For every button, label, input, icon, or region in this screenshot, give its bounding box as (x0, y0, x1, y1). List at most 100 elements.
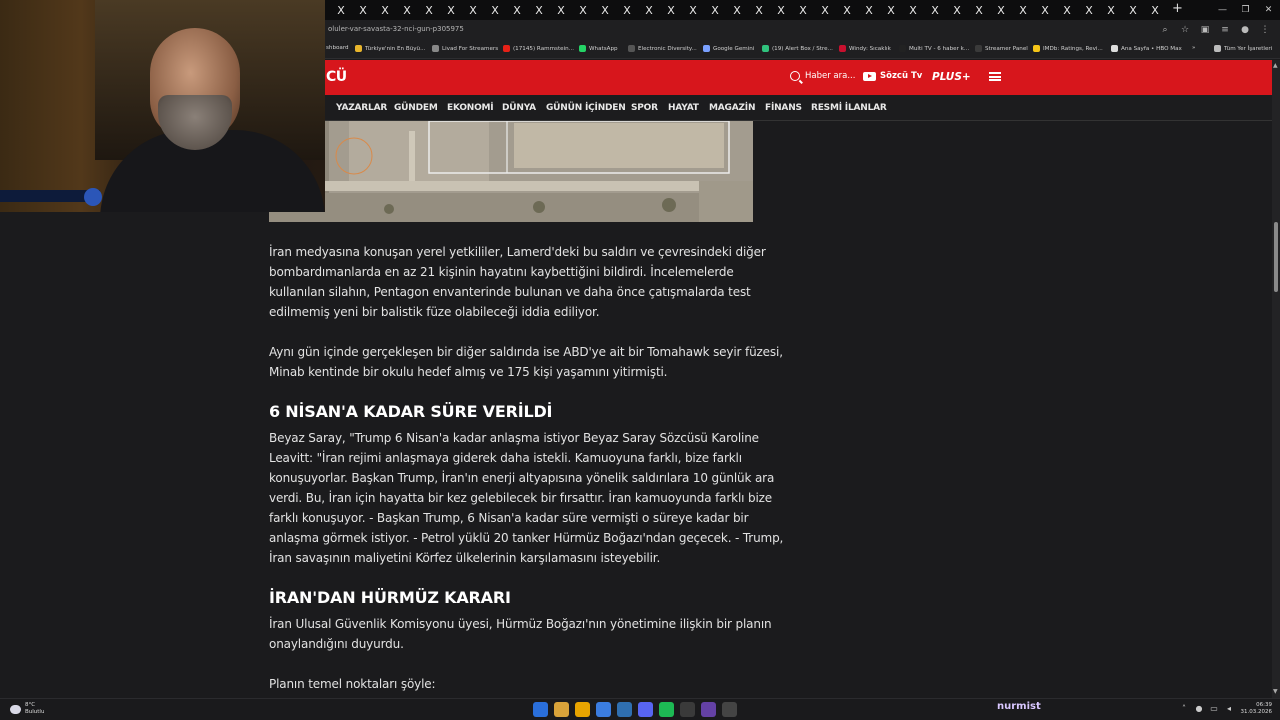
bookmark-item[interactable]: Türkiye'nin En Büyü... (355, 45, 425, 52)
bookmark-item[interactable]: Streamer Panel (975, 45, 1028, 52)
browser-tab[interactable]: X (506, 0, 528, 20)
browser-tab[interactable]: X (770, 0, 792, 20)
star-icon[interactable]: ☆ (1180, 24, 1190, 36)
bookmark-item[interactable]: (17145) Rammstein... (503, 45, 574, 52)
weather-widget[interactable]: 8°C Bulutlu (10, 702, 44, 716)
page-scrollbar[interactable] (1272, 60, 1280, 698)
nav-item[interactable]: GÜNDEM (394, 103, 438, 113)
nav-item[interactable]: EKONOMİ (447, 103, 494, 113)
bookmark-label: Tüm Yer İşaretleri (1224, 45, 1273, 52)
bookmark-item[interactable]: Ana Sayfa • HBO Max (1111, 45, 1182, 52)
nav-item[interactable]: DÜNYA (502, 103, 536, 113)
restore-icon[interactable]: ❐ (1234, 0, 1257, 20)
browser-tab[interactable]: X (880, 0, 902, 20)
browser-tab[interactable]: X (660, 0, 682, 20)
zoom-icon[interactable]: ⌕ (1160, 24, 1170, 36)
nav-item[interactable]: HAYAT (668, 103, 699, 113)
close-window-icon[interactable]: ✕ (1257, 0, 1280, 20)
taskbar-app-icon[interactable] (701, 702, 716, 717)
bookmark-item[interactable]: IMDb: Ratings, Revi... (1033, 45, 1103, 52)
browser-tab[interactable]: X (550, 0, 572, 20)
nav-item[interactable]: RESMİ İLANLAR (811, 103, 887, 113)
browser-tab[interactable]: X (638, 0, 660, 20)
browser-tab[interactable]: X (572, 0, 594, 20)
nav-item[interactable]: GÜNÜN İÇİNDEN (546, 103, 626, 113)
browser-tab[interactable]: X (858, 0, 880, 20)
browser-tab[interactable]: X (990, 0, 1012, 20)
nav-item[interactable]: SPOR (631, 103, 658, 113)
taskbar-app-icon[interactable] (575, 702, 590, 717)
browser-tab[interactable]: X (1144, 0, 1166, 20)
taskbar-app-icon[interactable] (680, 702, 695, 717)
browser-tab[interactable]: X (352, 0, 374, 20)
browser-tab[interactable]: X (1078, 0, 1100, 20)
browser-tab[interactable]: X (462, 0, 484, 20)
browser-tab[interactable]: X (968, 0, 990, 20)
hamburger-menu-icon[interactable] (989, 72, 1001, 81)
taskbar-app-icon[interactable] (659, 702, 674, 717)
extensions-icon[interactable]: ▣ (1200, 24, 1210, 36)
minimize-icon[interactable]: — (1211, 0, 1234, 20)
taskbar-app-icon[interactable] (722, 702, 737, 717)
browser-tab[interactable]: X (1100, 0, 1122, 20)
browser-tab[interactable]: X (946, 0, 968, 20)
media-icon[interactable]: ≡ (1220, 24, 1230, 36)
browser-tab[interactable]: X (1056, 0, 1078, 20)
browser-tab[interactable]: X (748, 0, 770, 20)
browser-tab[interactable]: X (594, 0, 616, 20)
taskbar-app-icon[interactable] (554, 702, 569, 717)
browser-tab[interactable]: X (396, 0, 418, 20)
browser-tab[interactable]: X (616, 0, 638, 20)
tv-link[interactable]: Sözcü Tv (863, 71, 922, 81)
network-icon[interactable]: ▭ (1210, 704, 1218, 713)
nav-item[interactable]: YAZARLAR (336, 103, 387, 113)
bookmark-item[interactable]: Multi TV - 6 haber k... (899, 45, 969, 52)
browser-tab[interactable]: X (1034, 0, 1056, 20)
bookmark-item[interactable]: Livad For Streamers (432, 45, 498, 52)
browser-tab[interactable]: X (330, 0, 352, 20)
new-tab-button[interactable]: + (1172, 1, 1183, 16)
nav-item[interactable]: MAGAZİN (709, 103, 755, 113)
browser-tab[interactable]: X (440, 0, 462, 20)
clock[interactable]: 06:39 31.03.2026 (1240, 702, 1273, 716)
bookmark-item[interactable]: WhatsApp (579, 45, 618, 52)
scroll-up-icon[interactable]: ▲ (1273, 62, 1278, 69)
bookmark-item[interactable]: shboard (326, 45, 349, 51)
profile-icon[interactable]: ● (1240, 24, 1250, 36)
tray-chevron-icon[interactable]: ˄ (1180, 704, 1188, 713)
url-text[interactable]: oluler-var-savasta-32-nci-gun-p305975 (328, 25, 464, 33)
taskbar-app-icon[interactable] (638, 702, 653, 717)
bookmark-item[interactable]: (19) Alert Box / Stre... (762, 45, 833, 52)
browser-tab[interactable]: X (484, 0, 506, 20)
more-icon[interactable]: ⋮ (1260, 24, 1270, 36)
taskbar-app-icon[interactable] (533, 702, 548, 717)
mic-icon[interactable]: ● (1195, 704, 1203, 713)
plus-link[interactable]: PLUS+ (932, 71, 971, 83)
browser-tab[interactable]: X (704, 0, 726, 20)
browser-tab[interactable]: X (1012, 0, 1034, 20)
browser-tab[interactable]: X (902, 0, 924, 20)
bookmark-item[interactable]: Google Gemini (703, 45, 754, 52)
browser-tab[interactable]: X (418, 0, 440, 20)
bookmark-item[interactable]: Electronic Diversity... (628, 45, 697, 52)
scroll-down-icon[interactable]: ▼ (1273, 688, 1278, 695)
browser-tab[interactable]: X (1122, 0, 1144, 20)
browser-tab[interactable]: X (726, 0, 748, 20)
taskbar-app-icon[interactable] (596, 702, 611, 717)
browser-tab[interactable]: X (374, 0, 396, 20)
bookmark-item[interactable]: Windy: Sıcaklık (839, 45, 891, 52)
browser-tab[interactable]: X (836, 0, 858, 20)
nav-item[interactable]: FİNANS (765, 103, 802, 113)
browser-tab[interactable]: X (792, 0, 814, 20)
bookmark-item[interactable]: Tüm Yer İşaretleri (1214, 45, 1272, 52)
site-logo[interactable]: CÜ (326, 69, 347, 85)
volume-icon[interactable]: ◂ (1225, 704, 1233, 713)
browser-tab[interactable]: X (528, 0, 550, 20)
browser-tab[interactable]: X (682, 0, 704, 20)
scrollbar-thumb[interactable] (1274, 222, 1278, 292)
bookmark-item[interactable]: » (1192, 45, 1195, 51)
search-button[interactable]: Haber ara... (790, 71, 855, 81)
browser-tab[interactable]: X (924, 0, 946, 20)
browser-tab[interactable]: X (814, 0, 836, 20)
taskbar-app-icon[interactable] (617, 702, 632, 717)
